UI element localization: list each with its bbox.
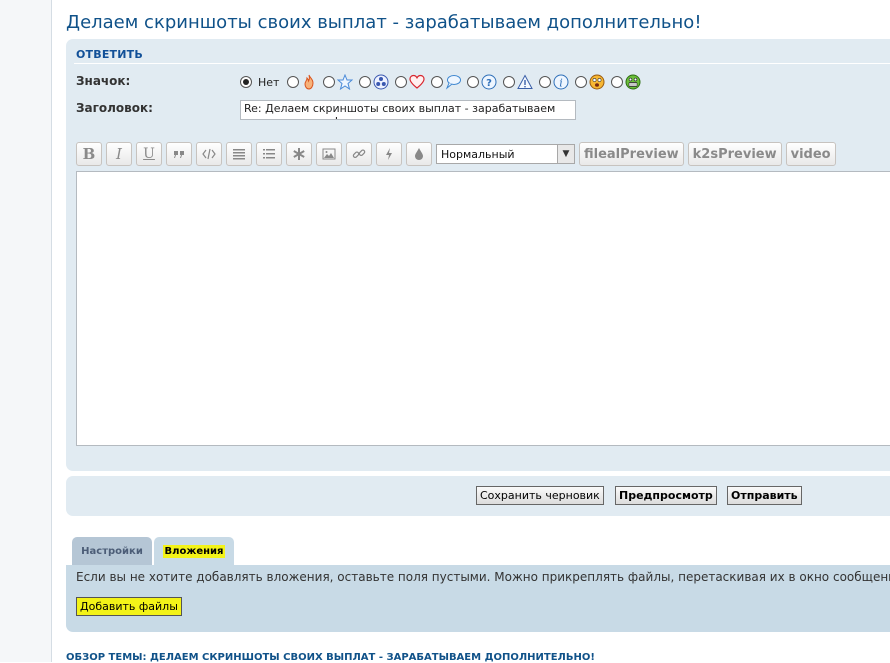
quote-icon <box>174 151 184 158</box>
question-icon[interactable]: ? <box>481 74 497 90</box>
icon-radioactive-radio[interactable] <box>359 76 372 88</box>
quote-button[interactable] <box>166 142 192 166</box>
numbered-list-icon <box>263 149 275 159</box>
link-button[interactable] <box>346 142 372 166</box>
italic-button[interactable]: I <box>106 142 132 166</box>
surprised-smiley-icon[interactable] <box>589 74 605 90</box>
code-icon <box>202 148 216 160</box>
drop-icon <box>415 148 423 160</box>
post-icon-selector: Нет ? i <box>240 73 647 91</box>
tab-options[interactable]: Настройки <box>72 537 152 565</box>
font-size-select[interactable]: Нормальный ▼ <box>436 144 575 164</box>
icon-grin-radio[interactable] <box>611 76 624 88</box>
fileal-preview-button[interactable]: filealPreview <box>579 142 684 166</box>
icon-label: Значок: <box>76 74 131 88</box>
underline-label: U <box>143 146 155 162</box>
svg-text:?: ? <box>487 78 493 89</box>
subject-input[interactable]: Re: Делаем скриншоты своих выплат - зара… <box>240 100 576 120</box>
image-button[interactable] <box>316 142 342 166</box>
icon-question-radio[interactable] <box>467 76 480 88</box>
icon-fire-radio[interactable] <box>287 76 300 88</box>
icon-info-radio[interactable] <box>539 76 552 88</box>
submit-button[interactable]: Отправить <box>727 486 802 505</box>
bullet-list-button[interactable] <box>226 142 252 166</box>
info-icon[interactable]: i <box>553 74 569 90</box>
save-draft-button[interactable]: Сохранить черновик <box>476 486 604 505</box>
reply-heading: ОТВЕТИТЬ <box>76 48 143 61</box>
grin-smiley-icon[interactable] <box>625 74 641 90</box>
numbered-list-button[interactable] <box>256 142 282 166</box>
radioactive-icon[interactable] <box>373 74 389 90</box>
left-sidebar <box>0 0 52 662</box>
icon-none-label: Нет <box>258 75 280 89</box>
icon-none-radio[interactable] <box>240 76 252 88</box>
fire-icon[interactable] <box>301 74 317 90</box>
icon-bubble-radio[interactable] <box>431 76 444 88</box>
heart-icon[interactable] <box>409 74 426 90</box>
asterisk-icon <box>293 148 305 160</box>
message-textarea[interactable] <box>76 171 890 446</box>
bullet-list-icon <box>233 149 245 160</box>
icon-heart-radio[interactable] <box>395 76 408 88</box>
bold-label: B <box>82 145 96 163</box>
icon-surprised-radio[interactable] <box>575 76 588 88</box>
topic-title[interactable]: Делаем скриншоты своих выплат - зарабаты… <box>66 12 702 33</box>
video-button[interactable]: video <box>785 142 836 166</box>
subject-label: Заголовок: <box>76 101 153 115</box>
preview-button[interactable]: Предпросмотр <box>615 486 717 505</box>
tab-options-label: Настройки <box>81 545 143 557</box>
svg-text:i: i <box>560 77 564 90</box>
icon-star-radio[interactable] <box>323 76 336 88</box>
link-icon <box>352 149 366 158</box>
icon-warning-radio[interactable] <box>503 76 516 88</box>
lightning-icon <box>386 148 392 160</box>
tab-attachments[interactable]: Вложения <box>154 537 234 565</box>
attachments-hint: Если вы не хотите добавлять вложения, ос… <box>76 570 890 584</box>
image-icon <box>322 148 336 160</box>
code-button[interactable] <box>196 142 222 166</box>
underline-button[interactable]: U <box>136 142 162 166</box>
color-button[interactable] <box>406 142 432 166</box>
italic-label: I <box>116 145 122 163</box>
bold-button[interactable]: B <box>76 142 102 166</box>
speech-bubble-icon[interactable] <box>445 74 462 90</box>
chevron-down-icon[interactable]: ▼ <box>557 145 574 163</box>
topic-review-heading[interactable]: ОБЗОР ТЕМЫ: ДЕЛАЕМ СКРИНШОТЫ СВОИХ ВЫПЛА… <box>66 652 595 663</box>
reply-divider <box>74 63 890 64</box>
list-item-button[interactable] <box>286 142 312 166</box>
font-size-value: Нормальный <box>441 147 515 161</box>
tab-attachments-label: Вложения <box>162 544 226 558</box>
warning-icon[interactable] <box>517 74 534 90</box>
add-files-button[interactable]: Добавить файлы <box>76 597 182 616</box>
flash-button[interactable] <box>376 142 402 166</box>
bbcode-toolbar: B I U Нормальный ▼ filealPreview k2sPrev… <box>76 142 840 166</box>
star-icon[interactable] <box>337 74 354 90</box>
k2s-preview-button[interactable]: k2sPreview <box>687 142 782 166</box>
